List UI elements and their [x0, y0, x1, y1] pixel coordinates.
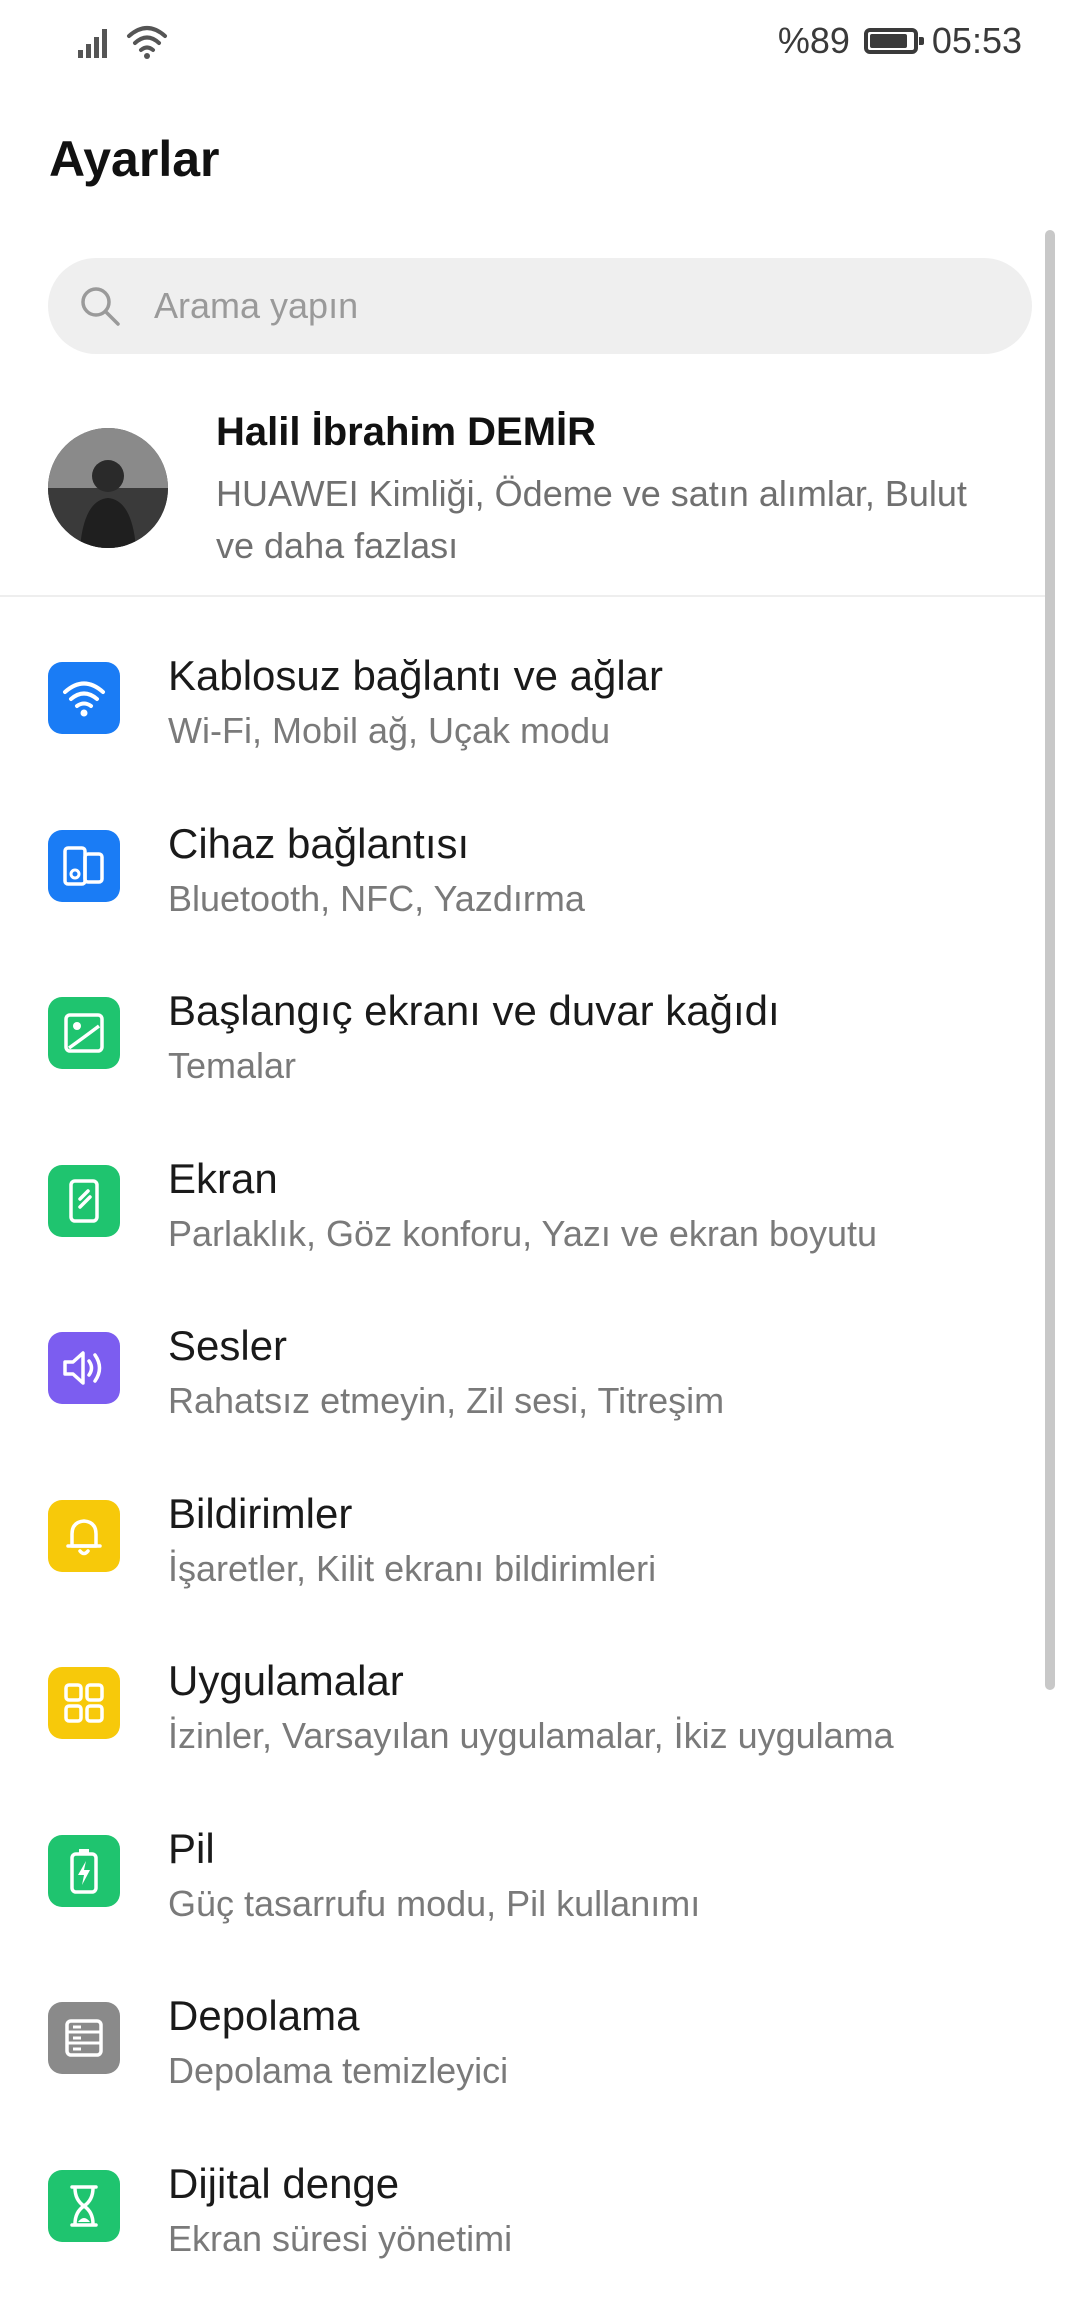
setting-subtitle: Ekran süresi yönetimi: [168, 2218, 512, 2260]
battery-status-icon: [864, 28, 918, 54]
battery-percent: %89: [778, 20, 850, 62]
setting-subtitle: Temalar: [168, 1045, 296, 1087]
setting-subtitle: Wi-Fi, Mobil ağ, Uçak modu: [168, 710, 610, 752]
setting-subtitle: Güç tasarrufu modu, Pil kullanımı: [168, 1883, 700, 1925]
battery-fill: [870, 34, 907, 48]
setting-subtitle: Depolama temizleyici: [168, 2050, 508, 2092]
apps-grid-icon: [48, 1667, 120, 1739]
settings-list: Kablosuz bağlantı ve ağlar Wi-Fi, Mobil …: [0, 640, 1050, 2315]
search-bar[interactable]: [48, 258, 1032, 354]
hourglass-icon: [48, 2170, 120, 2242]
status-right: %89 05:53: [778, 20, 1022, 62]
search-icon: [78, 284, 122, 328]
setting-title: Başlangıç ekranı ve duvar kağıdı: [168, 987, 780, 1035]
setting-title: Kablosuz bağlantı ve ağlar: [168, 652, 663, 700]
divider: [0, 595, 1050, 597]
clock: 05:53: [932, 20, 1022, 62]
wifi-status-icon: [126, 24, 168, 60]
device-connection-icon: [48, 830, 120, 902]
setting-item-home-wallpaper[interactable]: Başlangıç ekranı ve duvar kağıdı Temalar: [0, 975, 1050, 1143]
setting-item-wireless[interactable]: Kablosuz bağlantı ve ağlar Wi-Fi, Mobil …: [0, 640, 1050, 808]
setting-subtitle: Parlaklık, Göz konforu, Yazı ve ekran bo…: [168, 1213, 877, 1255]
wallpaper-icon: [48, 997, 120, 1069]
setting-title: Ekran: [168, 1155, 278, 1203]
avatar-image: [48, 428, 168, 548]
storage-icon: [48, 2002, 120, 2074]
setting-item-device-connection[interactable]: Cihaz bağlantısı Bluetooth, NFC, Yazdırm…: [0, 808, 1050, 976]
setting-title: Uygulamalar: [168, 1657, 404, 1705]
setting-title: Pil: [168, 1825, 215, 1873]
wifi-icon: [48, 662, 120, 734]
setting-item-display[interactable]: Ekran Parlaklık, Göz konforu, Yazı ve ek…: [0, 1143, 1050, 1311]
display-icon: [48, 1165, 120, 1237]
setting-subtitle: İşaretler, Kilit ekranı bildirimleri: [168, 1548, 656, 1590]
setting-item-storage[interactable]: Depolama Depolama temizleyici: [0, 1980, 1050, 2148]
setting-item-apps[interactable]: Uygulamalar İzinler, Varsayılan uygulama…: [0, 1645, 1050, 1813]
scrollbar[interactable]: [1045, 230, 1055, 1690]
setting-title: Bildirimler: [168, 1490, 352, 1538]
search-input[interactable]: [152, 284, 976, 328]
avatar: [48, 428, 168, 548]
profile-name: Halil İbrahim DEMİR: [216, 410, 596, 455]
battery-icon: [48, 1835, 120, 1907]
status-bar: %89 05:53: [0, 0, 1080, 92]
setting-title: Cihaz bağlantısı: [168, 820, 469, 868]
setting-subtitle: Rahatsız etmeyin, Zil sesi, Titreşim: [168, 1380, 724, 1422]
bell-icon: [48, 1500, 120, 1572]
setting-title: Depolama: [168, 1992, 359, 2040]
setting-item-digital-balance[interactable]: Dijital denge Ekran süresi yönetimi: [0, 2148, 1050, 2315]
page-title: Ayarlar: [49, 130, 219, 188]
setting-subtitle: Bluetooth, NFC, Yazdırma: [168, 878, 585, 920]
setting-title: Dijital denge: [168, 2160, 399, 2208]
profile-card[interactable]: Halil İbrahim DEMİR HUAWEI Kimliği, Ödem…: [0, 410, 1050, 595]
status-left: [76, 24, 168, 60]
sound-icon: [48, 1332, 120, 1404]
setting-title: Sesler: [168, 1322, 287, 1370]
profile-description: HUAWEI Kimliği, Ödeme ve satın alımlar, …: [216, 468, 976, 572]
setting-subtitle: İzinler, Varsayılan uygulamalar, İkiz uy…: [168, 1715, 894, 1757]
setting-item-sounds[interactable]: Sesler Rahatsız etmeyin, Zil sesi, Titre…: [0, 1310, 1050, 1478]
setting-item-notifications[interactable]: Bildirimler İşaretler, Kilit ekranı bild…: [0, 1478, 1050, 1646]
setting-item-battery[interactable]: Pil Güç tasarrufu modu, Pil kullanımı: [0, 1813, 1050, 1981]
signal-icon: [76, 24, 112, 60]
